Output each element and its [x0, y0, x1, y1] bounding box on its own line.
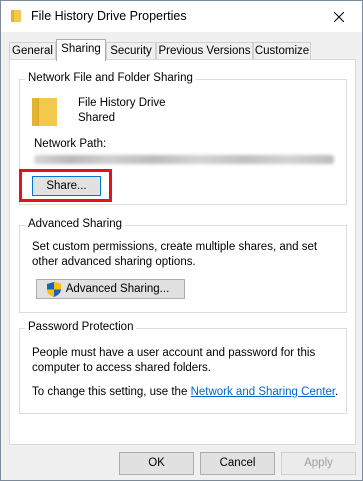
network-sharing-group: Network File and Folder Sharing File His…: [19, 72, 347, 205]
tab-security[interactable]: Security: [106, 42, 156, 60]
window-title: File History Drive Properties: [31, 9, 187, 23]
sharing-panel: Network File and Folder Sharing File His…: [9, 59, 356, 445]
cancel-button[interactable]: Cancel: [200, 452, 275, 475]
password-protection-description: People must have a user account and pass…: [32, 347, 316, 374]
change-setting-suffix: .: [335, 386, 339, 398]
group-label: Network File and Folder Sharing: [25, 72, 196, 84]
advanced-sharing-description: Set custom permissions, create multiple …: [32, 241, 318, 268]
close-icon: [334, 11, 344, 22]
folder-icon: [11, 10, 21, 22]
uac-shield-icon: [47, 282, 61, 297]
tab-bar: General Sharing Security Previous Versio…: [9, 39, 355, 61]
ok-button[interactable]: OK: [119, 452, 194, 475]
close-button[interactable]: [316, 1, 362, 32]
network-sharing-center-link[interactable]: Network and Sharing Center: [191, 386, 335, 398]
tab-customize[interactable]: Customize: [253, 42, 311, 60]
advanced-sharing-group: Advanced Sharing Set custom permissions,…: [19, 218, 347, 313]
shared-folder-icon: [32, 98, 57, 126]
password-protection-group: Password Protection People must have a u…: [19, 321, 347, 414]
group-label: Advanced Sharing: [25, 218, 125, 230]
tab-general[interactable]: General: [9, 42, 56, 60]
folder-status: Shared: [78, 112, 116, 124]
change-setting-prefix: To change this setting, use the: [32, 386, 188, 398]
group-label: Password Protection: [25, 321, 137, 333]
network-path-value: [34, 155, 334, 164]
title-bar: File History Drive Properties: [1, 1, 362, 32]
folder-name: File History Drive: [78, 97, 166, 109]
advanced-sharing-button-label: Advanced Sharing...: [65, 283, 170, 295]
apply-button[interactable]: Apply: [281, 452, 356, 475]
advanced-sharing-button[interactable]: Advanced Sharing...: [36, 279, 185, 299]
network-path-label: Network Path:: [34, 138, 107, 150]
change-setting-text: To change this setting, use the Network …: [32, 386, 338, 398]
tab-previous-versions[interactable]: Previous Versions: [156, 42, 253, 60]
tab-sharing[interactable]: Sharing: [56, 39, 106, 61]
share-button[interactable]: Share...: [32, 176, 101, 196]
properties-window: File History Drive Properties General Sh…: [0, 0, 363, 481]
